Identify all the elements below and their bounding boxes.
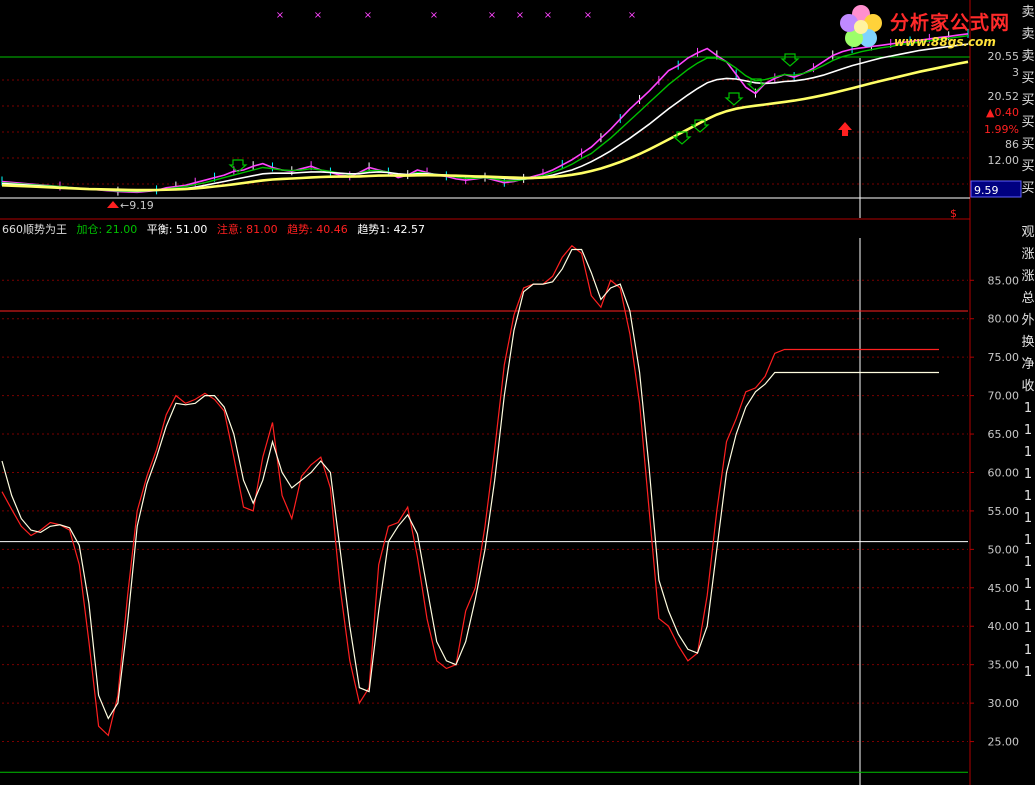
side-char: 1 [1023, 467, 1033, 482]
side-char: 买 [1021, 181, 1035, 196]
side-char: 卖 [1021, 49, 1035, 64]
side-char: 外 [1021, 313, 1035, 328]
side-char: 换 [1021, 335, 1035, 350]
sell-arrow-icon [724, 92, 744, 106]
top-marker: × [430, 10, 438, 21]
price-axis-label: 1.99% [984, 123, 1019, 136]
side-char: 买 [1021, 137, 1035, 152]
side-char: 买 [1021, 93, 1035, 108]
price-axis-label: 3 [1012, 66, 1019, 79]
side-char: 净 [1021, 357, 1035, 372]
price-axis-label: 12.00 [988, 154, 1020, 167]
side-char: 1 [1023, 621, 1033, 636]
price-series-line [1, 35, 969, 193]
side-char: 总 [1021, 291, 1035, 306]
top-marker: × [516, 10, 524, 21]
indicator-tick-label: 40.00 [988, 620, 1020, 633]
side-char: 涨 [1021, 247, 1035, 262]
price-axis-label: ▲0.40 [986, 106, 1019, 119]
top-marker: × [488, 10, 496, 21]
side-char: 1 [1023, 445, 1033, 460]
side-char: 1 [1023, 401, 1033, 416]
indicator-tick-label: 60.00 [988, 466, 1020, 479]
side-char: 1 [1023, 555, 1033, 570]
indicator-tick-label: 30.00 [988, 697, 1020, 710]
side-char: 买 [1021, 115, 1035, 130]
low-price-label: ←9.19 [120, 199, 154, 212]
indicator-side-column: 观涨涨总外换净收1111111111111 [1021, 222, 1035, 785]
low-marker-icon [107, 201, 119, 208]
side-char: 1 [1023, 665, 1033, 680]
legend-trend1: 趋势1: 42.57 [357, 223, 426, 236]
indicator-name: 660顺势为王 [2, 223, 67, 236]
chart-canvas: × × × × × × × × ×←9.1920.55320.52▲0.401.99%8612.… [0, 0, 1022, 785]
side-char: 卖 [1021, 27, 1035, 42]
dollar-marker: $ [950, 207, 957, 220]
side-char: 1 [1023, 511, 1033, 526]
indicator-tick-label: 55.00 [988, 505, 1020, 518]
top-marker: × [544, 10, 552, 21]
indicator-series-line [1, 248, 939, 720]
price-axis-label: 20.52 [988, 90, 1020, 103]
side-char: 卖 [1021, 5, 1035, 20]
side-char: 1 [1023, 643, 1033, 658]
indicator-tick-label: 65.00 [988, 428, 1020, 441]
side-char: 1 [1023, 489, 1033, 504]
logo-title: 分析家公式网 [890, 12, 1011, 34]
top-marker: × [584, 10, 592, 21]
side-char: 收 [1021, 379, 1035, 394]
side-char: 1 [1023, 533, 1033, 548]
indicator-tick-label: 70.00 [988, 390, 1020, 403]
legend-attention: 注意: 81.00 [216, 223, 278, 236]
side-char: 涨 [1021, 269, 1035, 284]
indicator-tick-label: 35.00 [988, 659, 1020, 672]
indicator-tick-label: 45.00 [988, 582, 1020, 595]
legend-trend: 趋势: 40.46 [287, 223, 348, 236]
indicator-tick-label: 80.00 [988, 313, 1020, 326]
crosshair-value-label: 9.59 [974, 184, 999, 197]
flower-logo-icon [840, 5, 882, 47]
indicator-tick-label: 75.00 [988, 351, 1020, 364]
indicator-tick-label: 85.00 [988, 274, 1020, 287]
site-logo: 分析家公式网 www.88gs.com [836, 2, 1035, 54]
side-char: 1 [1023, 577, 1033, 592]
top-marker: × [364, 10, 372, 21]
indicator-tick-label: 25.00 [988, 736, 1020, 749]
side-char: 观 [1021, 225, 1035, 240]
logo-url: www.88gs.com [894, 35, 996, 49]
top-marker: × [628, 10, 636, 21]
side-char: 买 [1021, 159, 1035, 174]
side-char: 1 [1023, 599, 1033, 614]
top-marker: × [314, 10, 322, 21]
buy-arrow-icon [838, 122, 852, 136]
price-series-line [1, 60, 969, 192]
sell-arrow-icon [780, 53, 800, 67]
legend-balance: 平衡: 51.00 [146, 223, 208, 236]
price-side-column: 卖卖卖买买买买买买 [1021, 2, 1035, 220]
indicator-legend: 660顺势为王 加仓: 21.00 平衡: 51.00 注意: 81.00 趋势… [2, 221, 431, 237]
indicator-tick-label: 50.00 [988, 543, 1020, 556]
side-char: 1 [1023, 423, 1033, 438]
top-marker: × [276, 10, 284, 21]
price-axis-label: 86 [1005, 138, 1019, 151]
price-series-line [1, 33, 969, 194]
legend-add: 加仓: 21.00 [76, 223, 138, 236]
side-char: 买 [1021, 71, 1035, 86]
